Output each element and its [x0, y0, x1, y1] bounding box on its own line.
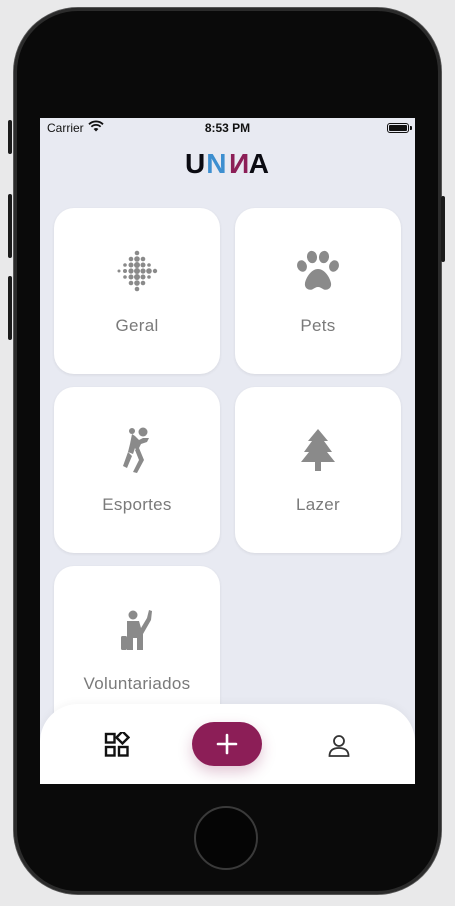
logo-letter-u: U — [185, 148, 207, 179]
volume-down-button — [8, 276, 12, 340]
category-card-esportes[interactable]: Esportes — [54, 387, 220, 553]
add-button[interactable] — [192, 722, 262, 766]
app-screen: Carrier 8:53 PM UNNA Geral Pets Esportes… — [40, 118, 415, 784]
category-card-geral[interactable]: Geral — [54, 208, 220, 374]
sports-player-icon — [54, 425, 220, 475]
logo-letter-n: N — [206, 148, 228, 179]
plus-icon — [216, 733, 238, 755]
logo-letter-n-mirrored: N — [227, 148, 249, 179]
clock: 8:53 PM — [204, 121, 251, 135]
mute-switch — [8, 120, 12, 154]
category-label: Voluntariados — [83, 674, 191, 693]
battery-icon — [387, 123, 409, 133]
bottom-navigation-bar — [40, 704, 415, 784]
paw-icon — [235, 246, 401, 296]
category-label: Geral — [115, 316, 159, 335]
category-card-lazer[interactable]: Lazer — [235, 387, 401, 553]
category-label: Esportes — [102, 495, 172, 514]
dot-grid-icon — [54, 246, 220, 296]
category-label: Lazer — [295, 495, 341, 514]
battery-tip — [410, 126, 412, 130]
category-label: Pets — [300, 316, 336, 335]
home-button[interactable] — [194, 806, 258, 870]
tree-icon — [235, 425, 401, 475]
volume-up-button — [8, 194, 12, 258]
status-bar: Carrier 8:53 PM — [40, 118, 415, 138]
volunteer-icon — [54, 604, 220, 654]
logo-letter-a: A — [248, 148, 270, 179]
profile-icon[interactable] — [328, 734, 350, 758]
app-logo: UNNA — [40, 148, 415, 180]
categories-grid-icon[interactable] — [104, 729, 131, 758]
category-card-pets[interactable]: Pets — [235, 208, 401, 374]
power-button — [441, 196, 445, 262]
